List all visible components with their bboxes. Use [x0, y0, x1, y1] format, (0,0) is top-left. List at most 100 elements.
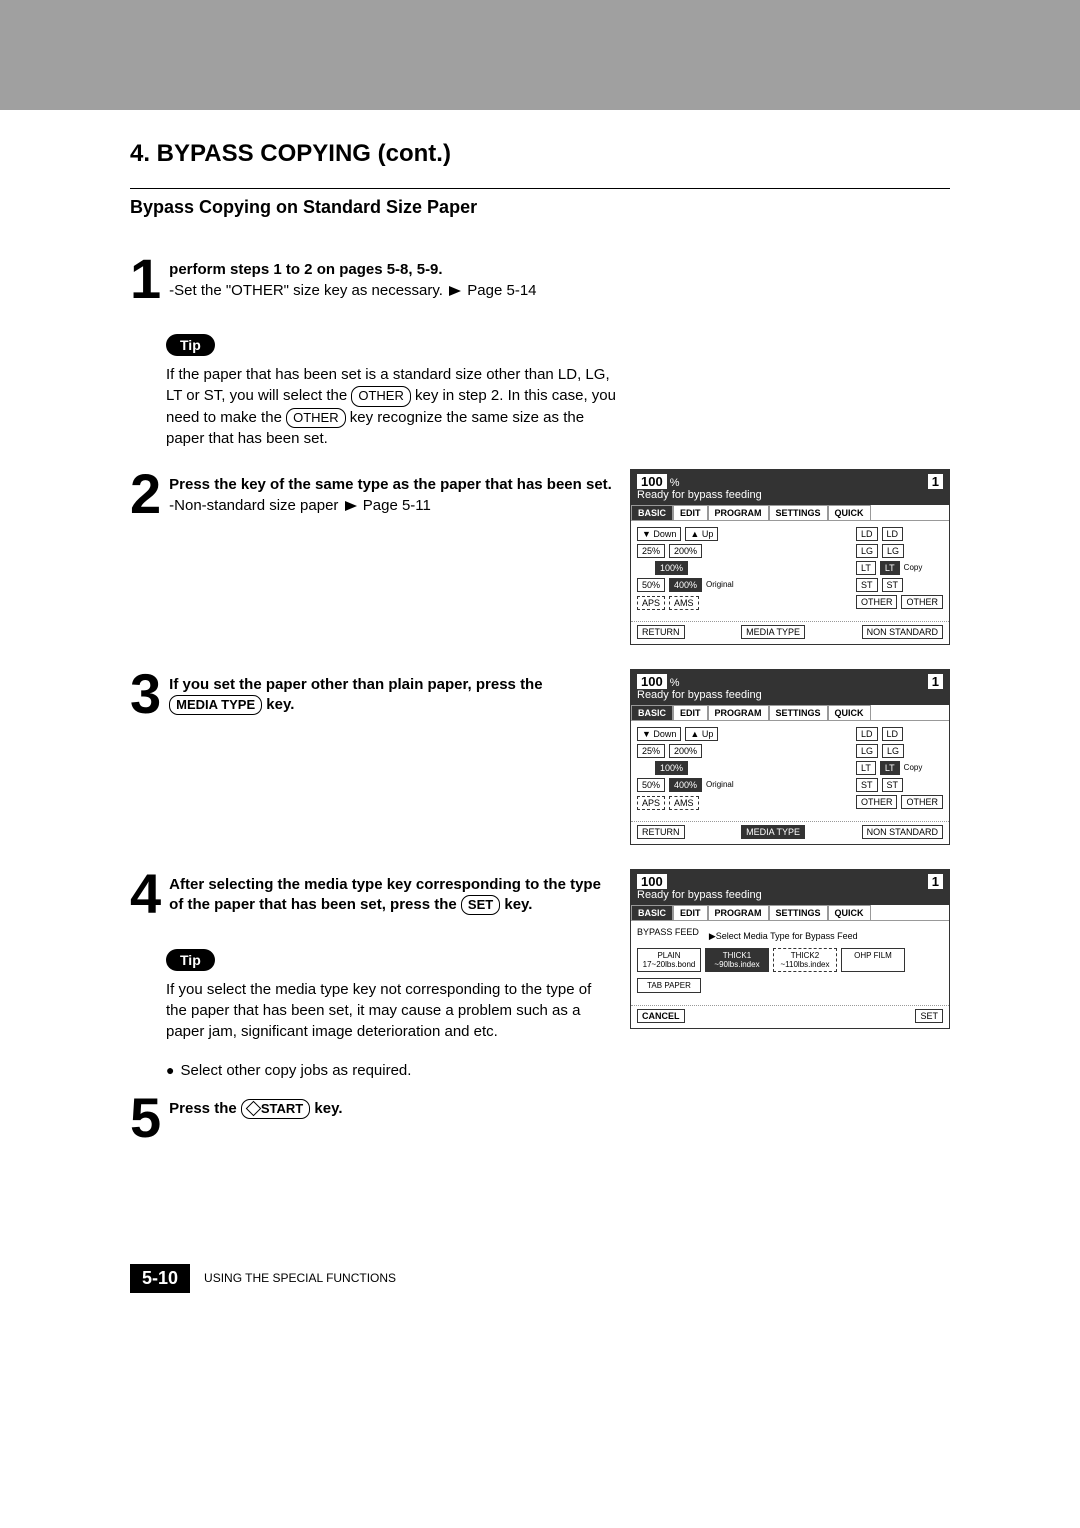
thick2-button[interactable]: THICK2~110lbs.index [773, 948, 837, 972]
pct-25-button[interactable]: 25% [637, 744, 665, 758]
zoom-value: 100 [637, 674, 667, 689]
zoom-value: 100 [637, 874, 667, 889]
non-standard-button[interactable]: NON STANDARD [862, 825, 943, 839]
section-title: 4. BYPASS COPYING (cont.) [130, 140, 950, 168]
tab-paper-button[interactable]: TAB PAPER [637, 978, 701, 993]
plain-button[interactable]: PLAIN17~20lbs.bond [637, 948, 701, 972]
tab-basic[interactable]: BASIC [631, 905, 673, 920]
pct-400-button[interactable]: 400% [669, 578, 702, 592]
pct-400-button[interactable]: 400% [669, 778, 702, 792]
media-type-button[interactable]: MEDIA TYPE [741, 625, 805, 639]
size-st-button[interactable]: ST [882, 778, 904, 792]
tab-basic[interactable]: BASIC [631, 705, 673, 720]
status-text: Ready for bypass feeding [637, 689, 943, 701]
tab-edit[interactable]: EDIT [673, 705, 708, 720]
size-ld-button[interactable]: LD [882, 527, 904, 541]
original-label: Original [706, 780, 734, 789]
step-number: 5 [130, 1093, 161, 1143]
page-footer: 5-10 USING THE SPECIAL FUNCTIONS [130, 1264, 950, 1293]
size-st-button[interactable]: ST [856, 578, 878, 592]
start-key-label: START [241, 1099, 310, 1119]
size-lt-button[interactable]: LT [880, 561, 900, 575]
subsection-title: Bypass Copying on Standard Size Paper [130, 197, 950, 218]
pct-200-button[interactable]: 200% [669, 744, 702, 758]
tab-edit[interactable]: EDIT [673, 505, 708, 520]
bypass-feed-label: BYPASS FEED [637, 927, 699, 937]
tab-settings[interactable]: SETTINGS [769, 505, 828, 520]
non-standard-button[interactable]: NON STANDARD [862, 625, 943, 639]
pct-25-button[interactable]: 25% [637, 544, 665, 558]
tab-quick[interactable]: QUICK [828, 705, 871, 720]
down-button[interactable]: ▼ Down [637, 527, 681, 541]
step-1-heading: perform steps 1 to 2 on pages 5-8, 5-9. [169, 260, 950, 280]
size-lg-button[interactable]: LG [882, 744, 904, 758]
screen-tabs: BASIC EDIT PROGRAM SETTINGS QUICK [631, 905, 949, 921]
size-other-button[interactable]: OTHER [856, 795, 898, 809]
up-button[interactable]: ▲ Up [685, 527, 718, 541]
pct-100-button[interactable]: 100% [655, 561, 688, 575]
size-ld-button[interactable]: LD [856, 527, 878, 541]
tab-program[interactable]: PROGRAM [708, 505, 769, 520]
copier-screen-media-type: 100 1 Ready for bypass feeding BASIC EDI… [630, 869, 950, 1029]
pct-200-button[interactable]: 200% [669, 544, 702, 558]
return-button[interactable]: RETURN [637, 825, 685, 839]
copier-screen-basic: 100 % 1 Ready for bypass feeding BASIC E… [630, 469, 950, 645]
step-number: 4 [130, 869, 161, 919]
copy-count: 1 [928, 474, 943, 489]
cancel-button[interactable]: CANCEL [637, 1009, 685, 1023]
tab-quick[interactable]: QUICK [828, 905, 871, 920]
aps-button[interactable]: APS [637, 796, 665, 810]
size-other-button[interactable]: OTHER [856, 595, 898, 609]
aps-button[interactable]: APS [637, 596, 665, 610]
step-4-heading: After selecting the media type key corre… [169, 875, 616, 916]
pct-50-button[interactable]: 50% [637, 578, 665, 592]
tab-quick[interactable]: QUICK [828, 505, 871, 520]
size-st-button[interactable]: ST [882, 578, 904, 592]
copy-label: Copy [904, 763, 923, 772]
size-lg-button[interactable]: LG [856, 544, 878, 558]
step-number: 1 [130, 254, 161, 304]
size-ld-button[interactable]: LD [856, 727, 878, 741]
thick1-button[interactable]: THICK1~90lbs.index [705, 948, 769, 972]
screen-tabs: BASIC EDIT PROGRAM SETTINGS QUICK [631, 505, 949, 521]
tab-basic[interactable]: BASIC [631, 505, 673, 520]
tab-edit[interactable]: EDIT [673, 905, 708, 920]
select-media-label: ▶Select Media Type for Bypass Feed [709, 931, 858, 942]
other-key-label: OTHER [286, 408, 346, 428]
tip-badge: Tip [166, 949, 215, 971]
tab-settings[interactable]: SETTINGS [769, 705, 828, 720]
pct-100-button[interactable]: 100% [655, 761, 688, 775]
size-lt-button[interactable]: LT [856, 561, 876, 575]
size-other-button[interactable]: OTHER [901, 795, 943, 809]
step-number: 3 [130, 669, 161, 719]
diamond-icon [246, 1101, 262, 1117]
tab-program[interactable]: PROGRAM [708, 905, 769, 920]
ams-button[interactable]: AMS [669, 596, 699, 610]
copy-count: 1 [928, 874, 943, 889]
step-5-heading: Press the START key. [169, 1099, 950, 1119]
set-key-label: SET [461, 895, 500, 915]
down-button[interactable]: ▼ Down [637, 727, 681, 741]
media-type-button[interactable]: MEDIA TYPE [741, 825, 805, 839]
size-lt-button[interactable]: LT [880, 761, 900, 775]
page-number: 5-10 [130, 1264, 190, 1293]
size-ld-button[interactable]: LD [882, 727, 904, 741]
pct-50-button[interactable]: 50% [637, 778, 665, 792]
size-lg-button[interactable]: LG [856, 744, 878, 758]
copy-label: Copy [904, 563, 923, 572]
size-st-button[interactable]: ST [856, 778, 878, 792]
tab-settings[interactable]: SETTINGS [769, 905, 828, 920]
ohp-film-button[interactable]: OHP FILM [841, 948, 905, 972]
reference-arrow-icon [345, 501, 357, 511]
tab-program[interactable]: PROGRAM [708, 705, 769, 720]
up-button[interactable]: ▲ Up [685, 727, 718, 741]
size-other-button[interactable]: OTHER [901, 595, 943, 609]
set-button[interactable]: SET [915, 1009, 943, 1023]
other-key-label: OTHER [351, 386, 411, 406]
zoom-value: 100 [637, 474, 667, 489]
ams-button[interactable]: AMS [669, 796, 699, 810]
size-lt-button[interactable]: LT [856, 761, 876, 775]
size-lg-button[interactable]: LG [882, 544, 904, 558]
tip-2-text: If you select the media type key not cor… [166, 979, 616, 1042]
return-button[interactable]: RETURN [637, 625, 685, 639]
